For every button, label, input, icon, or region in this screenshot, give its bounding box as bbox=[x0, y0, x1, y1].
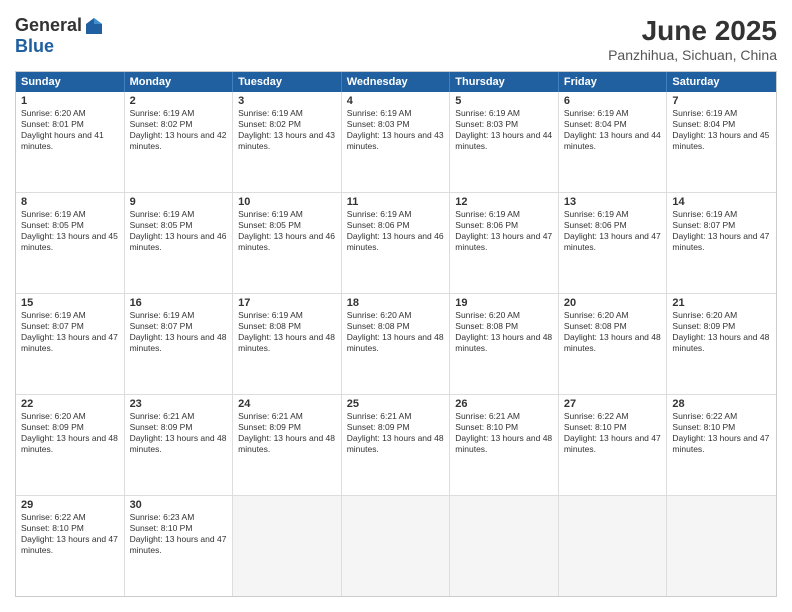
header-saturday: Saturday bbox=[667, 72, 776, 92]
day-24: 24 Sunrise: 6:21 AMSunset: 8:09 PMDaylig… bbox=[233, 395, 342, 495]
logo-icon bbox=[84, 16, 104, 36]
logo-general-text: General bbox=[15, 15, 82, 36]
week-row-1: 1 Sunrise: 6:20 AMSunset: 8:01 PMDayligh… bbox=[16, 92, 776, 193]
header-thursday: Thursday bbox=[450, 72, 559, 92]
day-21: 21 Sunrise: 6:20 AMSunset: 8:09 PMDaylig… bbox=[667, 294, 776, 394]
header-monday: Monday bbox=[125, 72, 234, 92]
day-14: 14 Sunrise: 6:19 AMSunset: 8:07 PMDaylig… bbox=[667, 193, 776, 293]
day-6: 6 Sunrise: 6:19 AMSunset: 8:04 PMDayligh… bbox=[559, 92, 668, 192]
day-num-1: 1 bbox=[21, 95, 119, 107]
week-row-3: 15 Sunrise: 6:19 AMSunset: 8:07 PMDaylig… bbox=[16, 294, 776, 395]
title-block: June 2025 Panzhihua, Sichuan, China bbox=[608, 15, 777, 63]
day-23: 23 Sunrise: 6:21 AMSunset: 8:09 PMDaylig… bbox=[125, 395, 234, 495]
header-tuesday: Tuesday bbox=[233, 72, 342, 92]
calendar-header: Sunday Monday Tuesday Wednesday Thursday… bbox=[16, 72, 776, 92]
day-18: 18 Sunrise: 6:20 AMSunset: 8:08 PMDaylig… bbox=[342, 294, 451, 394]
day-10: 10 Sunrise: 6:19 AMSunset: 8:05 PMDaylig… bbox=[233, 193, 342, 293]
header: General Blue June 2025 Panzhihua, Sichua… bbox=[15, 15, 777, 63]
page: General Blue June 2025 Panzhihua, Sichua… bbox=[0, 0, 792, 612]
empty-cell-3 bbox=[450, 496, 559, 596]
empty-cell-5 bbox=[667, 496, 776, 596]
day-7: 7 Sunrise: 6:19 AMSunset: 8:04 PMDayligh… bbox=[667, 92, 776, 192]
day-13: 13 Sunrise: 6:19 AMSunset: 8:06 PMDaylig… bbox=[559, 193, 668, 293]
day-15: 15 Sunrise: 6:19 AMSunset: 8:07 PMDaylig… bbox=[16, 294, 125, 394]
day-22: 22 Sunrise: 6:20 AMSunset: 8:09 PMDaylig… bbox=[16, 395, 125, 495]
week-row-2: 8 Sunrise: 6:19 AMSunset: 8:05 PMDayligh… bbox=[16, 193, 776, 294]
empty-cell-4 bbox=[559, 496, 668, 596]
day-20: 20 Sunrise: 6:20 AMSunset: 8:08 PMDaylig… bbox=[559, 294, 668, 394]
empty-cell-1 bbox=[233, 496, 342, 596]
day-9: 9 Sunrise: 6:19 AMSunset: 8:05 PMDayligh… bbox=[125, 193, 234, 293]
header-friday: Friday bbox=[559, 72, 668, 92]
day-4: 4 Sunrise: 6:19 AMSunset: 8:03 PMDayligh… bbox=[342, 92, 451, 192]
day-28: 28 Sunrise: 6:22 AMSunset: 8:10 PMDaylig… bbox=[667, 395, 776, 495]
day-27: 27 Sunrise: 6:22 AMSunset: 8:10 PMDaylig… bbox=[559, 395, 668, 495]
day-3: 3 Sunrise: 6:19 AMSunset: 8:02 PMDayligh… bbox=[233, 92, 342, 192]
day-1: 1 Sunrise: 6:20 AMSunset: 8:01 PMDayligh… bbox=[16, 92, 125, 192]
day-26: 26 Sunrise: 6:21 AMSunset: 8:10 PMDaylig… bbox=[450, 395, 559, 495]
day-17: 17 Sunrise: 6:19 AMSunset: 8:08 PMDaylig… bbox=[233, 294, 342, 394]
header-wednesday: Wednesday bbox=[342, 72, 451, 92]
calendar-body: 1 Sunrise: 6:20 AMSunset: 8:01 PMDayligh… bbox=[16, 92, 776, 596]
day-30: 30 Sunrise: 6:23 AMSunset: 8:10 PMDaylig… bbox=[125, 496, 234, 596]
day-8: 8 Sunrise: 6:19 AMSunset: 8:05 PMDayligh… bbox=[16, 193, 125, 293]
day-25: 25 Sunrise: 6:21 AMSunset: 8:09 PMDaylig… bbox=[342, 395, 451, 495]
day-1-text: Sunrise: 6:20 AMSunset: 8:01 PMDaylight … bbox=[21, 108, 119, 152]
header-sunday: Sunday bbox=[16, 72, 125, 92]
month-title: June 2025 bbox=[608, 15, 777, 47]
logo-blue-text: Blue bbox=[15, 36, 54, 57]
day-19: 19 Sunrise: 6:20 AMSunset: 8:08 PMDaylig… bbox=[450, 294, 559, 394]
day-12: 12 Sunrise: 6:19 AMSunset: 8:06 PMDaylig… bbox=[450, 193, 559, 293]
day-2: 2 Sunrise: 6:19 AMSunset: 8:02 PMDayligh… bbox=[125, 92, 234, 192]
day-29: 29 Sunrise: 6:22 AMSunset: 8:10 PMDaylig… bbox=[16, 496, 125, 596]
day-16: 16 Sunrise: 6:19 AMSunset: 8:07 PMDaylig… bbox=[125, 294, 234, 394]
week-row-5: 29 Sunrise: 6:22 AMSunset: 8:10 PMDaylig… bbox=[16, 496, 776, 596]
week-row-4: 22 Sunrise: 6:20 AMSunset: 8:09 PMDaylig… bbox=[16, 395, 776, 496]
subtitle: Panzhihua, Sichuan, China bbox=[608, 47, 777, 63]
empty-cell-2 bbox=[342, 496, 451, 596]
logo: General Blue bbox=[15, 15, 104, 57]
calendar: Sunday Monday Tuesday Wednesday Thursday… bbox=[15, 71, 777, 597]
day-11: 11 Sunrise: 6:19 AMSunset: 8:06 PMDaylig… bbox=[342, 193, 451, 293]
day-5: 5 Sunrise: 6:19 AMSunset: 8:03 PMDayligh… bbox=[450, 92, 559, 192]
